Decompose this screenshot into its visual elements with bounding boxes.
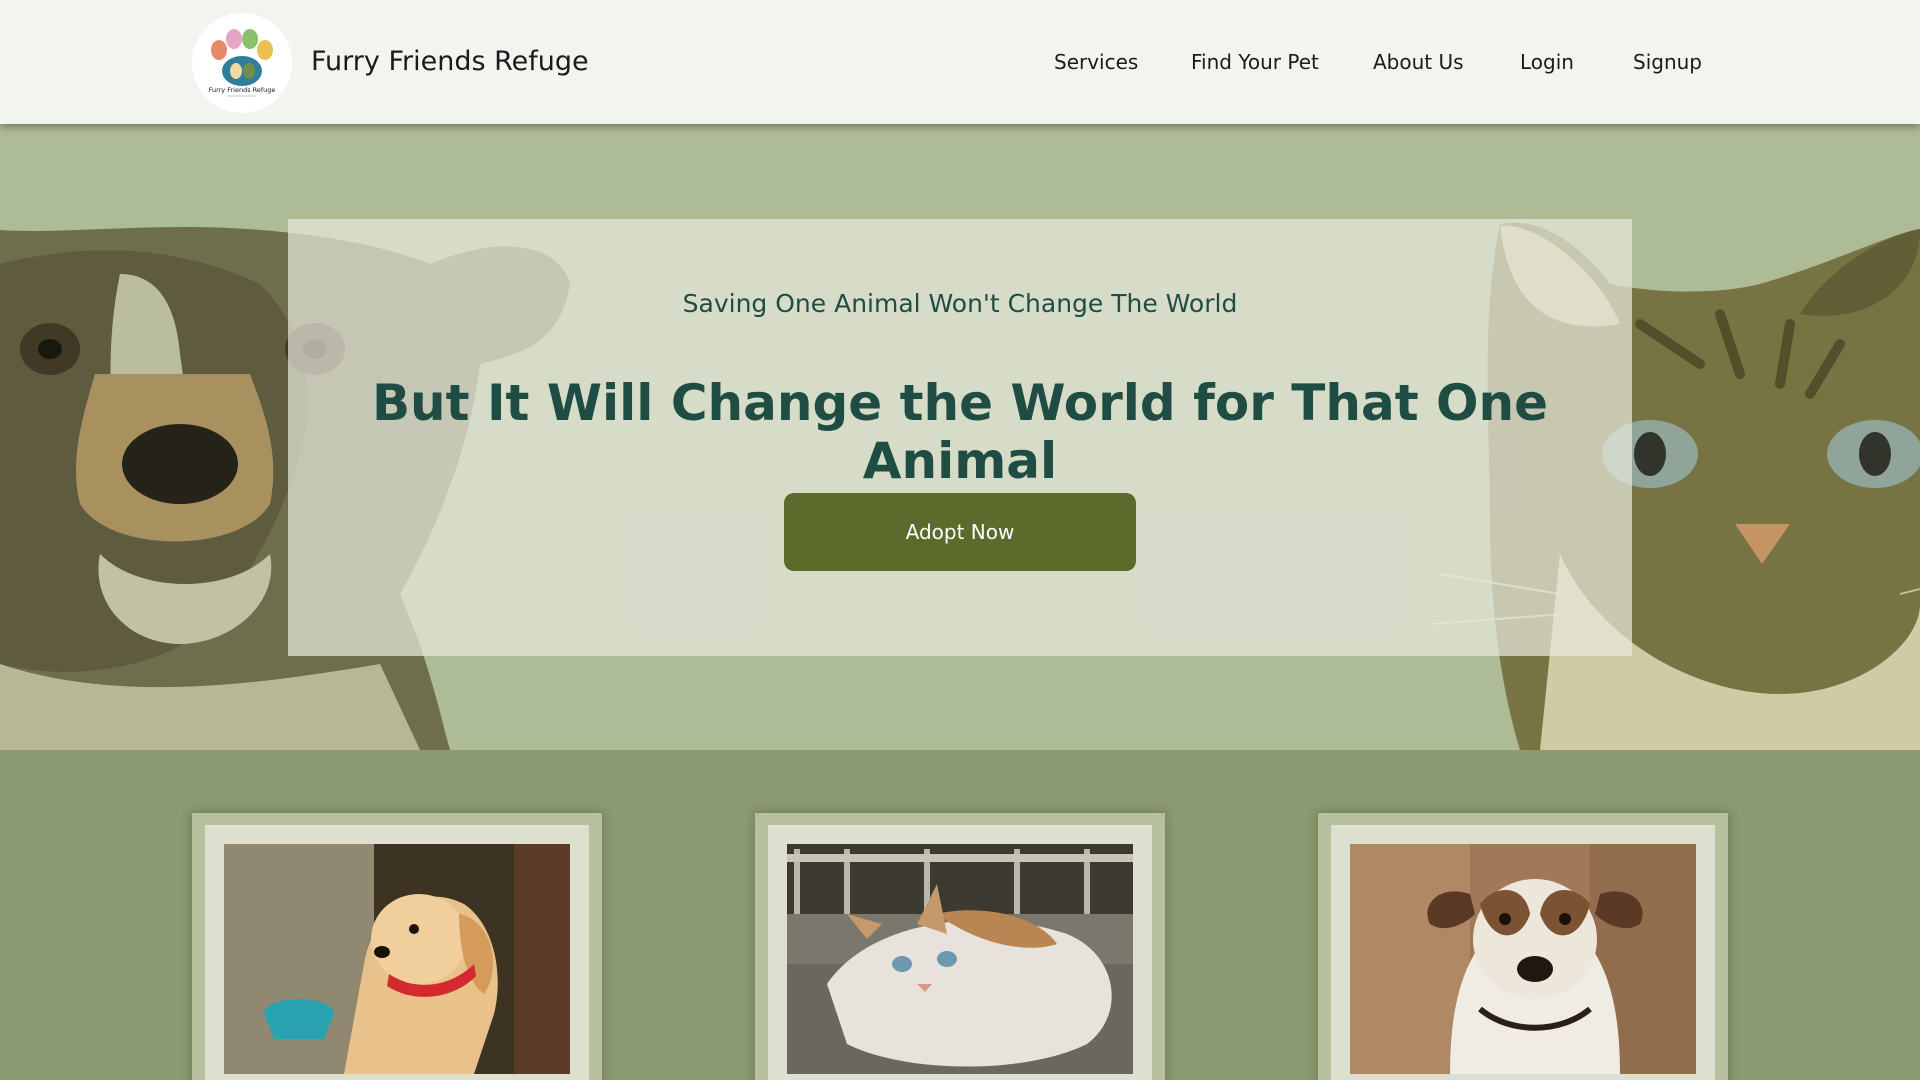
pet-card[interactable] [192, 813, 602, 1080]
hero-section: Saving One Animal Won't Change The World… [0, 124, 1920, 750]
adopt-now-button[interactable]: Adopt Now [784, 493, 1136, 571]
nav-about-us[interactable]: About Us [1373, 50, 1464, 74]
hero-title: But It Will Change the World for That On… [371, 374, 1549, 490]
nav-signup[interactable]: Signup [1633, 50, 1702, 74]
main-nav: Services Find Your Pet About Us Login Si… [0, 50, 1920, 80]
pet-card[interactable] [755, 813, 1165, 1080]
golden-puppy-photo[interactable] [224, 844, 570, 1074]
featured-pets-section [0, 750, 1920, 1080]
nav-services[interactable]: Services [1054, 50, 1138, 74]
terrier-dog-photo[interactable] [1350, 844, 1696, 1074]
nav-login[interactable]: Login [1520, 50, 1574, 74]
pet-card[interactable] [1318, 813, 1728, 1080]
lying-cat-photo[interactable] [787, 844, 1133, 1074]
hero-subtitle: Saving One Animal Won't Change The World [682, 289, 1238, 318]
logo-text: Furry Friends Refuge [209, 86, 276, 94]
hero-card: Saving One Animal Won't Change The World… [288, 219, 1632, 656]
nav-find-your-pet[interactable]: Find Your Pet [1191, 50, 1319, 74]
navbar: Furry Friends Refuge Furry Friends Refug… [0, 0, 1920, 124]
